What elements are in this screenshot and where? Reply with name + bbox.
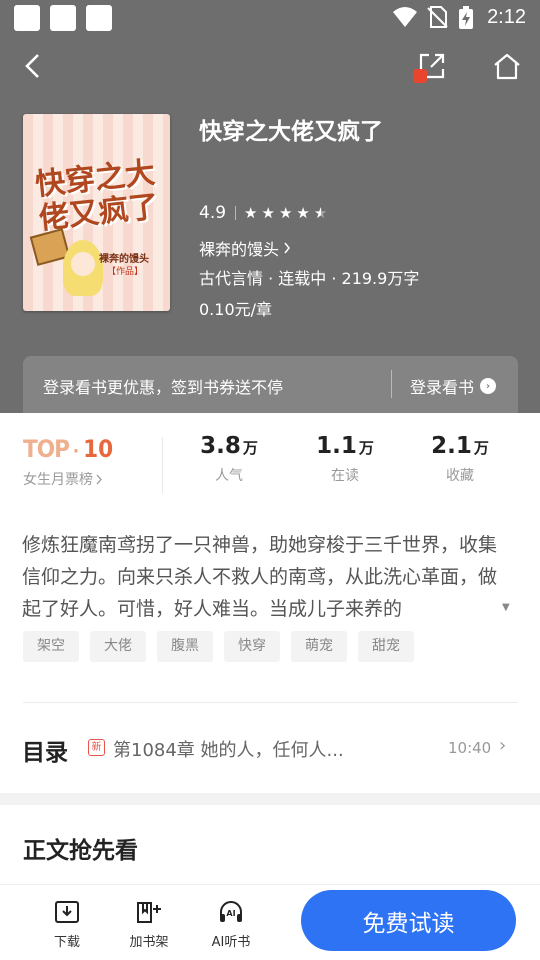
status-bar: 2:12	[0, 0, 540, 36]
half-star-icon: ★	[313, 204, 329, 222]
star-icon: ★	[244, 204, 259, 222]
download-button[interactable]: 下载	[37, 899, 97, 950]
tag[interactable]: 甜宠	[358, 631, 414, 662]
nav-bar	[0, 44, 540, 92]
tag[interactable]: 萌宠	[291, 631, 347, 662]
stat-label: 人气	[215, 468, 243, 484]
login-promo-text: 登录看书更优惠，签到书券送不停	[43, 378, 284, 397]
tag[interactable]: 腹黑	[157, 631, 213, 662]
add-book-icon	[137, 902, 161, 923]
update-time: 10:40	[448, 739, 492, 757]
stat-favorites: 2.1 万 收藏	[415, 433, 505, 485]
top-num: 10	[83, 435, 114, 463]
top-text: TOP	[23, 435, 70, 463]
stat-label: 在读	[331, 468, 359, 484]
ai-listen-button[interactable]: AI AI听书	[201, 899, 261, 950]
rank-label-text: 女生月票榜	[23, 472, 93, 488]
clock: 2:12	[487, 6, 526, 28]
book-detail-body: TOP · 10 女生月票榜 3.8 万 人气 1.1 万 在读 2.1 万 收藏 修…	[0, 413, 540, 793]
free-read-button[interactable]: 免费试读	[301, 890, 516, 951]
arrow-right-circle-icon: ›	[480, 378, 497, 394]
svg-text:AI: AI	[226, 909, 235, 918]
chevron-right-icon	[96, 474, 102, 484]
stat-value: 1.1	[316, 433, 357, 459]
book-title: 快穿之大佬又疯了	[199, 119, 383, 145]
add-to-shelf-button[interactable]: 加书架	[119, 899, 179, 950]
notification-icon	[86, 5, 112, 31]
stat-label: 收藏	[446, 468, 474, 484]
stat-value: 2.1	[431, 433, 472, 459]
ai-listen-label: AI听书	[211, 935, 251, 950]
cover-tag: 【作品】	[107, 267, 144, 277]
notification-icon	[50, 5, 76, 31]
toc-title: 目录	[22, 740, 68, 766]
cover-author: 裸奔的馒头	[99, 254, 149, 265]
login-button[interactable]: 登录看书 ›	[410, 374, 497, 398]
chevron-right-icon	[284, 242, 290, 254]
chevron-left-icon	[25, 54, 39, 78]
tag[interactable]: 架空	[23, 631, 79, 662]
rating-row: 4.9 ★ ★ ★ ★ ★	[199, 203, 328, 223]
divider	[23, 702, 518, 703]
author-name: 裸奔的馒头	[199, 240, 280, 259]
preview-section: 正文抢先看	[0, 805, 540, 885]
tag[interactable]: 大佬	[90, 631, 146, 662]
add-shelf-label: 加书架	[129, 935, 169, 950]
battery-charging-icon	[459, 6, 473, 29]
divider	[162, 437, 163, 493]
rating-score: 4.9	[199, 203, 227, 223]
wifi-icon	[393, 7, 417, 27]
star-rating: ★ ★ ★ ★ ★	[244, 204, 328, 222]
cover-title: 快穿之大佬又疯了	[33, 155, 161, 237]
cover-character-face	[71, 252, 95, 276]
rank-label: 女生月票榜	[23, 469, 113, 489]
new-badge: 新	[88, 739, 105, 756]
share-reward-badge	[413, 69, 427, 83]
top-dot: ·	[72, 441, 80, 462]
star-icon: ★	[278, 204, 294, 222]
login-banner[interactable]: 登录看书更优惠，签到书券送不停 登录看书 ›	[23, 356, 518, 413]
chevron-right-icon: ›	[499, 735, 507, 756]
stat-reading: 1.1 万 在读	[300, 433, 390, 485]
stat-unit: 万	[473, 439, 489, 457]
home-button[interactable]	[485, 44, 529, 88]
download-label: 下载	[53, 935, 80, 950]
back-button[interactable]	[11, 44, 55, 88]
divider	[391, 370, 392, 398]
latest-chapter: 第1084章 她的人，任何人...	[113, 740, 344, 761]
no-sim-icon	[427, 6, 448, 28]
table-of-contents-row[interactable]: 目录 新 第1084章 她的人，任何人... 10:40 ›	[0, 713, 540, 793]
book-meta: 古代言情 · 连载中 · 219.9万字	[199, 269, 420, 288]
stat-unit: 万	[242, 439, 258, 457]
book-price: 0.10元/章	[199, 300, 273, 319]
download-icon	[55, 901, 79, 923]
book-header: 2:12 快穿之大佬又疯了 裸奔的馒头 【作品】 快穿之大佬又疯了 4.9 ★ …	[0, 0, 540, 413]
notification-icon	[14, 5, 40, 31]
bottom-action-bar: 下载 加书架 AI AI听书 免费试读	[0, 884, 540, 960]
login-button-label: 登录看书	[410, 378, 475, 397]
star-icon: ★	[261, 204, 276, 222]
author-link[interactable]: 裸奔的馒头	[199, 236, 291, 260]
preview-title: 正文抢先看	[23, 838, 138, 864]
home-icon	[494, 53, 520, 80]
top10-logo: TOP · 10	[23, 435, 113, 463]
rank-badge[interactable]: TOP · 10 女生月票榜	[23, 435, 113, 489]
divider	[235, 206, 237, 220]
expand-arrow-icon[interactable]: ▼	[502, 602, 510, 613]
ai-headphones-icon: AI	[220, 901, 242, 922]
star-icon: ★	[296, 204, 311, 222]
stat-value: 3.8	[200, 433, 241, 459]
stat-unit: 万	[358, 439, 374, 457]
book-cover[interactable]: 快穿之大佬又疯了 裸奔的馒头 【作品】	[23, 114, 170, 311]
stat-popularity: 3.8 万 人气	[184, 433, 274, 485]
tag-list: 架空 大佬 腹黑 快穿 萌宠 甜宠	[23, 631, 414, 662]
tag[interactable]: 快穿	[224, 631, 280, 662]
book-synopsis[interactable]: 修炼狂魔南鸢拐了一只神兽，助她穿梭于三千世界，收集信仰之力。向来只杀人不救人的南…	[22, 529, 502, 625]
